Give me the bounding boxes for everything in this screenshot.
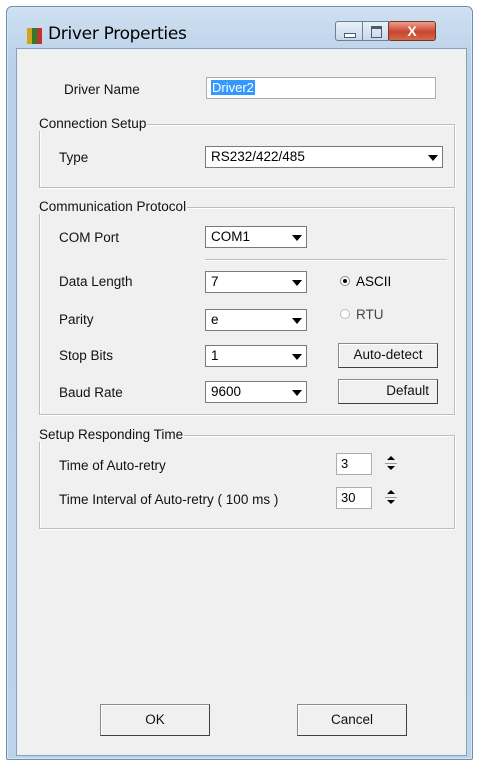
stop-bits-value: 1 [211,348,219,363]
radio-selected-icon [340,276,350,286]
ascii-radio-label: ASCII [356,274,392,289]
chevron-down-icon [288,228,305,246]
title-bar[interactable]: Driver Properties X [7,7,472,49]
com-port-dropdown[interactable]: COM1 [205,226,307,248]
divider [205,259,447,261]
ok-button[interactable]: OK [100,704,210,736]
retry-interval-spinner[interactable]: 30 [336,487,402,509]
retry-interval-input[interactable]: 30 [336,487,372,509]
maximize-button[interactable] [362,21,389,41]
responding-time-title: Setup Responding Time [38,427,185,442]
auto-retry-spinner[interactable]: 3 [336,453,402,475]
spin-updown-icon[interactable] [384,453,400,475]
minimize-icon [344,33,356,38]
type-label: Type [59,150,89,165]
stop-bits-dropdown[interactable]: 1 [205,345,307,367]
stop-bits-label: Stop Bits [59,348,114,363]
data-length-label: Data Length [59,274,133,289]
minimize-button[interactable] [335,21,363,41]
default-button[interactable]: Default [338,379,438,404]
auto-retry-label: Time of Auto-retry [59,458,166,473]
communication-protocol-title: Communication Protocol [38,199,188,214]
dialog-window: Driver Properties X Driver Name Driver2 … [6,6,473,760]
rtu-radio[interactable]: RTU [340,307,420,323]
chevron-down-icon [288,273,305,291]
driver-name-input[interactable]: Driver2 [206,77,436,99]
responding-time-group: Setup Responding Time Time of Auto-retry… [38,427,455,529]
dialog-client-area: Driver Name Driver2 Connection Setup Typ… [16,48,467,756]
retry-interval-label: Time Interval of Auto-retry ( 100 ms ) [59,492,279,507]
auto-detect-button[interactable]: Auto-detect [338,343,438,368]
parity-value: e [211,312,219,327]
data-length-value: 7 [211,274,219,289]
rtu-radio-label: RTU [356,307,384,322]
com-port-label: COM Port [59,230,120,245]
radio-unselected-icon [340,309,350,319]
app-icon [27,28,43,44]
cancel-button[interactable]: Cancel [297,704,407,736]
driver-name-label: Driver Name [64,82,140,97]
com-port-value: COM1 [211,229,251,244]
connection-setup-title: Connection Setup [38,116,148,131]
baud-rate-value: 9600 [211,384,242,399]
baud-rate-dropdown[interactable]: 9600 [205,381,307,403]
type-dropdown[interactable]: RS232/422/485 [205,146,443,168]
data-length-dropdown[interactable]: 7 [205,271,307,293]
chevron-down-icon [288,383,305,401]
parity-label: Parity [59,312,94,327]
type-value: RS232/422/485 [211,149,305,164]
spin-updown-icon[interactable] [384,487,400,509]
parity-dropdown[interactable]: e [205,309,307,331]
communication-protocol-group: Communication Protocol COM Port COM1 Dat… [38,199,455,415]
connection-setup-group: Connection Setup Type RS232/422/485 [38,116,455,188]
chevron-down-icon [288,347,305,365]
ascii-radio[interactable]: ASCII [340,274,420,290]
baud-rate-label: Baud Rate [59,385,123,400]
driver-name-value: Driver2 [211,80,255,95]
close-icon: X [407,23,417,39]
chevron-down-icon [288,311,305,329]
window-title: Driver Properties [48,24,187,44]
chevron-down-icon [424,148,441,166]
auto-retry-input[interactable]: 3 [336,453,372,475]
close-button[interactable]: X [388,21,436,41]
maximize-icon [371,26,382,38]
